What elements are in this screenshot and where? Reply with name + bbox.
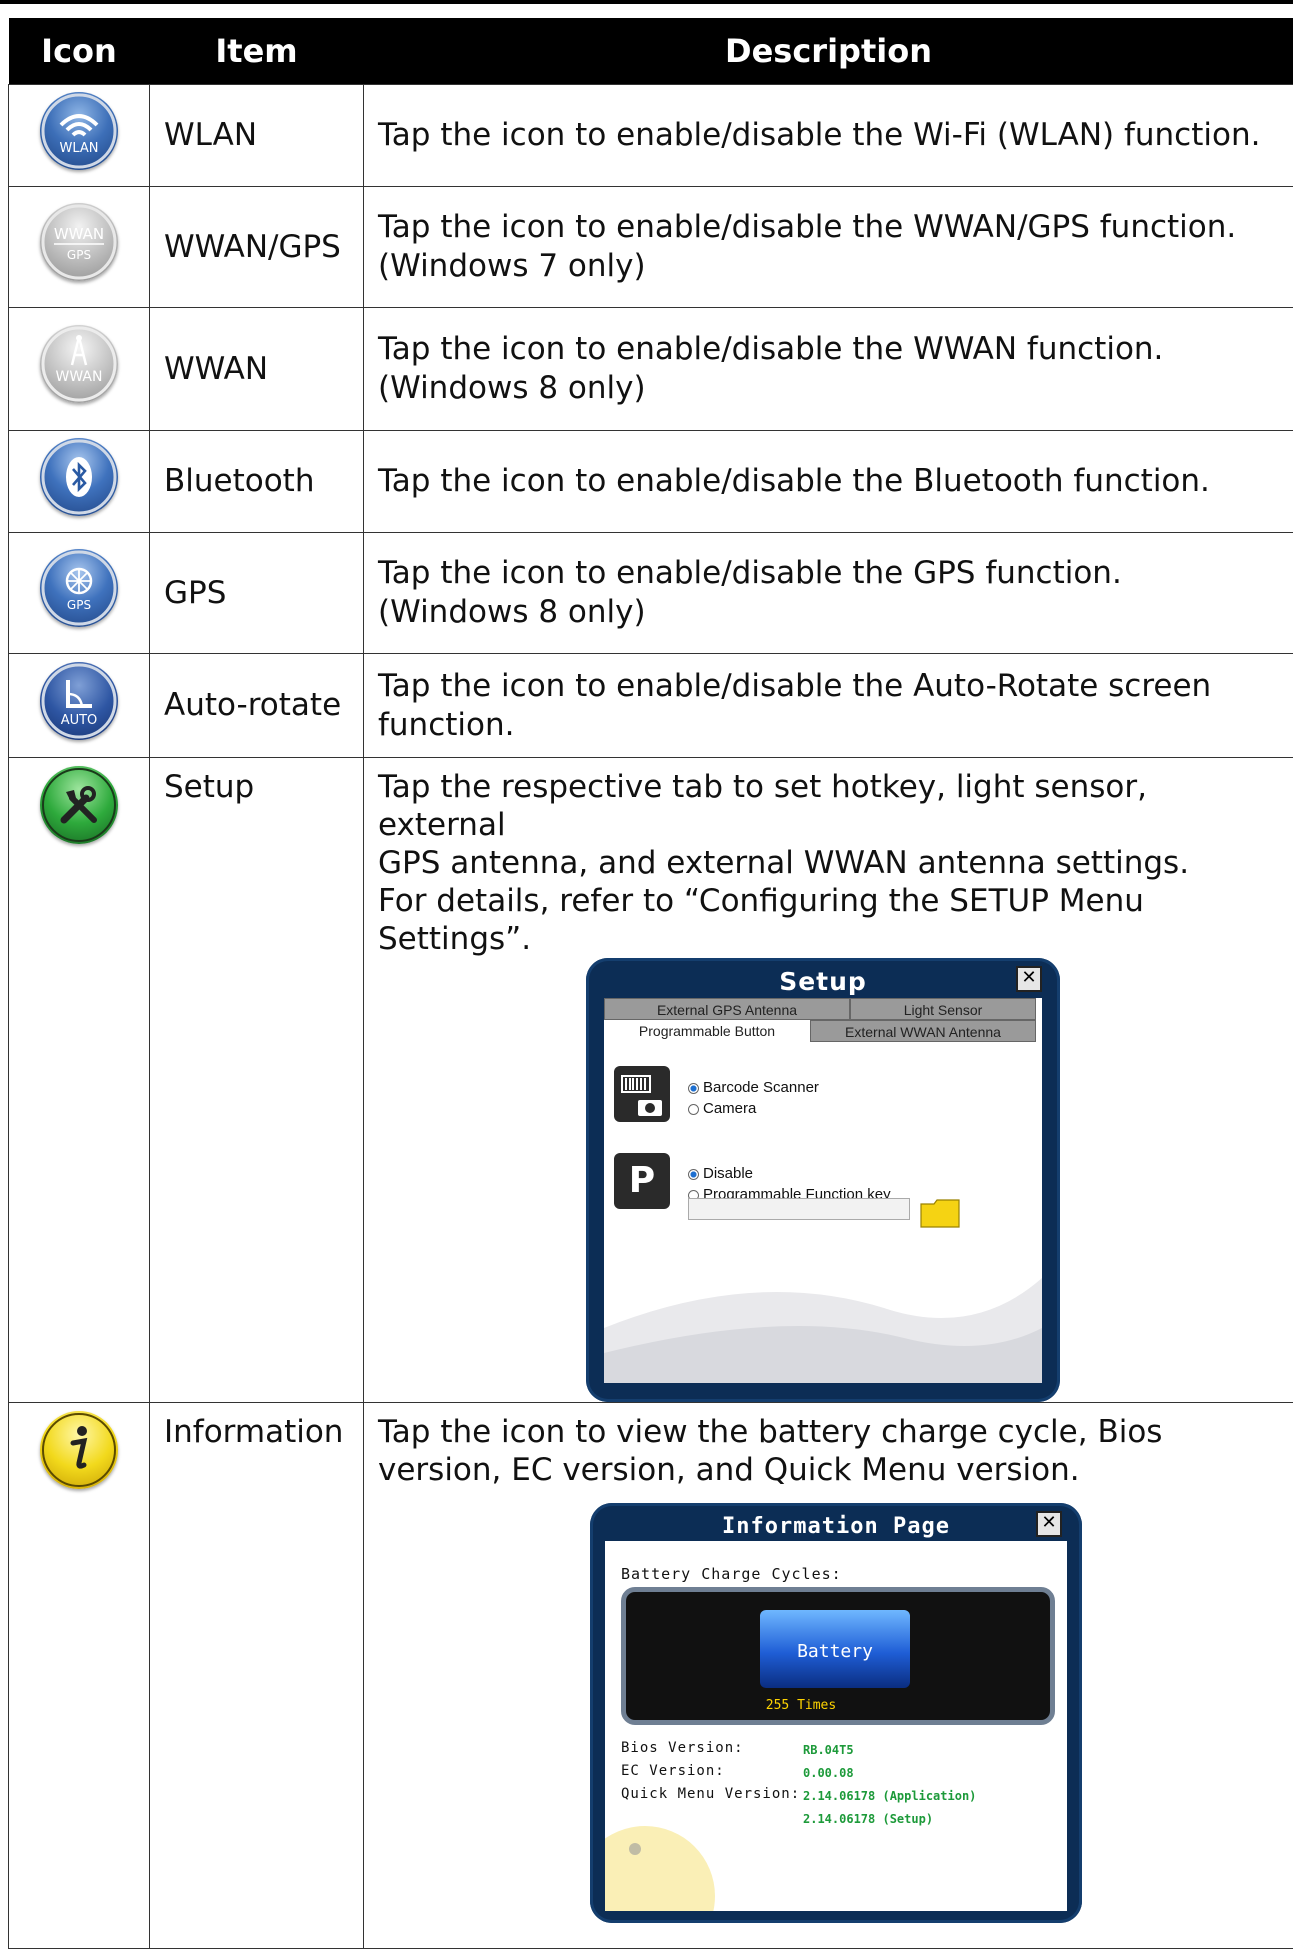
table-row: WWAN WWAN Tap the icon to enable/disable… (9, 308, 1293, 431)
icon-cell (9, 1403, 150, 1949)
bluetooth-icon[interactable] (40, 438, 118, 516)
description-cell: Tap the icon to enable/disable the GPS f… (364, 533, 1293, 654)
description-cell: Tap the icon to view the battery charge … (364, 1403, 1293, 1949)
barcode-camera-key (614, 1066, 670, 1122)
icon-cell: AUTO (9, 654, 150, 758)
description-line: Tap the icon to enable/disable the Bluet… (378, 462, 1279, 501)
item-cell: Setup (150, 758, 364, 1403)
icon-cell: WWAN (9, 308, 150, 431)
table-header-row: Icon Item Description (9, 18, 1293, 85)
description-line: function. (378, 706, 1279, 745)
description-line: GPS antenna, and external WWAN antenna s… (378, 844, 1279, 882)
setup-window-body: External GPS Antenna Light Sensor Progra… (604, 998, 1042, 1383)
svg-text:GPS: GPS (67, 248, 91, 262)
header-icon: Icon (9, 18, 150, 85)
decorative-wave (604, 1238, 1042, 1383)
table-row: GPS GPS Tap the icon to enable/disable t… (9, 533, 1293, 654)
description-line: Tap the icon to enable/disable the WWAN … (378, 330, 1279, 369)
description-cell: Tap the icon to enable/disable the Wi-Fi… (364, 85, 1293, 187)
tab-light-sensor[interactable]: Light Sensor (850, 998, 1036, 1020)
wwan-icon[interactable]: WWAN (40, 325, 118, 403)
quick-menu-table: Icon Item Description WLAN WLAN (8, 18, 1293, 1949)
close-icon: ✕ (1021, 967, 1036, 988)
close-button[interactable]: ✕ (1016, 966, 1042, 992)
quick-menu-label: Quick Menu Version: (621, 1775, 800, 1814)
icon-cell (9, 431, 150, 533)
item-cell: Auto-rotate (150, 654, 364, 758)
description-line: (Windows 8 only) (378, 369, 1279, 408)
auto-rotate-icon[interactable]: AUTO (40, 662, 118, 740)
item-cell: GPS (150, 533, 364, 654)
icon-cell (9, 758, 150, 1403)
icon-cell: GPS (9, 533, 150, 654)
description-cell: Tap the respective tab to set hotkey, li… (364, 758, 1293, 1403)
description-line: Tap the icon to view the battery charge … (378, 1413, 1279, 1451)
top-rule (0, 0, 1293, 4)
description-line: Settings”. (378, 920, 1279, 958)
function-key-input[interactable] (688, 1198, 910, 1220)
close-icon: ✕ (1041, 1512, 1056, 1533)
table-row: WLAN WLAN Tap the icon to enable/disable… (9, 85, 1293, 187)
table-row: Setup Tap the respective tab to set hotk… (9, 758, 1293, 1403)
svg-text:AUTO: AUTO (61, 713, 98, 728)
description-line: Tap the respective tab to set hotkey, li… (378, 768, 1279, 844)
radio-camera[interactable]: Camera (688, 1089, 756, 1128)
description-line: Tap the icon to enable/disable the WWAN/… (378, 208, 1279, 247)
description-cell: Tap the icon to enable/disable the WWAN/… (364, 187, 1293, 308)
item-cell: WLAN (150, 85, 364, 187)
tab-external-gps-antenna[interactable]: External GPS Antenna (604, 998, 850, 1020)
item-cell: WWAN/GPS (150, 187, 364, 308)
item-cell: WWAN (150, 308, 364, 431)
svg-text:WWAN: WWAN (54, 225, 104, 243)
quick-menu-setup-value: 2.14.06178 (Setup) (803, 1800, 933, 1839)
information-window-body: Battery Charge Cycles: Battery 255 Times… (605, 1541, 1067, 1911)
close-button[interactable]: ✕ (1036, 1511, 1062, 1537)
item-cell: Bluetooth (150, 431, 364, 533)
battery-panel: Battery 255 Times (621, 1587, 1055, 1725)
description-line: For details, refer to “Configuring the S… (378, 882, 1279, 920)
tab-external-wwan-antenna[interactable]: External WWAN Antenna (810, 1020, 1036, 1042)
item-cell: Information (150, 1403, 364, 1949)
description-line: Tap the icon to enable/disable the GPS f… (378, 554, 1279, 593)
programmable-key: P (614, 1153, 670, 1209)
description-line: Tap the icon to enable/disable the Wi-Fi… (378, 116, 1279, 155)
battery-times: 255 Times (726, 1686, 876, 1725)
table-row: Bluetooth Tap the icon to enable/disable… (9, 431, 1293, 533)
information-icon[interactable] (40, 1411, 118, 1489)
gps-icon[interactable]: GPS (40, 549, 118, 627)
setup-window: Setup ✕ External GPS Antenna Light Senso… (586, 958, 1060, 1402)
description-cell: Tap the icon to enable/disable the Bluet… (364, 431, 1293, 533)
description-line: (Windows 7 only) (378, 247, 1279, 286)
setup-window-title: Setup (586, 962, 1060, 1001)
description-line: Tap the icon to enable/disable the Auto-… (378, 667, 1279, 706)
header-item: Item (150, 18, 364, 85)
description-cell: Tap the icon to enable/disable the WWAN … (364, 308, 1293, 431)
tab-programmable-button[interactable]: Programmable Button (604, 1020, 810, 1042)
svg-text:GPS: GPS (67, 598, 91, 612)
description-line: (Windows 8 only) (378, 593, 1279, 632)
header-description: Description (364, 18, 1293, 85)
radio-unselected-icon (688, 1104, 699, 1115)
information-window: Information Page ✕ Battery Charge Cycles… (590, 1503, 1082, 1923)
table-row: Information Tap the icon to view the bat… (9, 1403, 1293, 1949)
option-label: Camera (703, 1100, 756, 1117)
wwan-gps-icon[interactable]: WWAN GPS (40, 203, 118, 281)
svg-text:WWAN: WWAN (56, 369, 103, 385)
description-cell: Tap the icon to enable/disable the Auto-… (364, 654, 1293, 758)
table-row: WWAN GPS WWAN/GPS Tap the icon to enable… (9, 187, 1293, 308)
icon-cell: WLAN (9, 85, 150, 187)
setup-icon[interactable] (40, 766, 118, 844)
table-row: AUTO Auto-rotate Tap the icon to enable/… (9, 654, 1293, 758)
folder-icon[interactable] (920, 1198, 960, 1238)
icon-cell: WWAN GPS (9, 187, 150, 308)
svg-text:WLAN: WLAN (59, 141, 98, 156)
battery-label: Battery (760, 1632, 910, 1671)
description-line: version, EC version, and Quick Menu vers… (378, 1451, 1279, 1489)
wlan-icon[interactable]: WLAN (40, 92, 118, 170)
